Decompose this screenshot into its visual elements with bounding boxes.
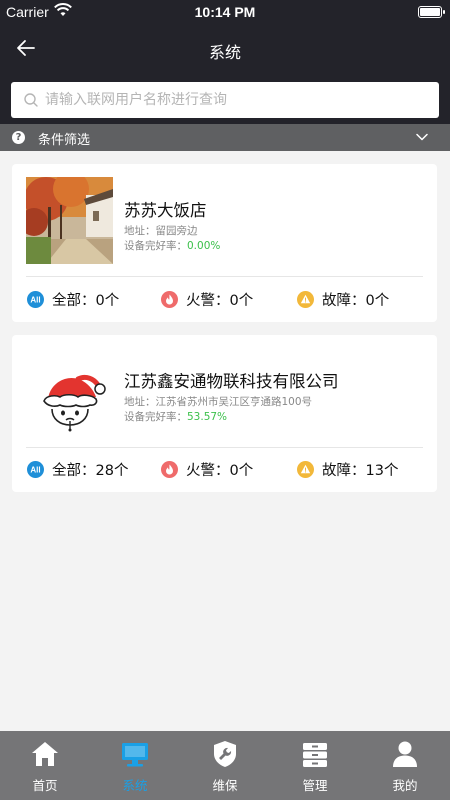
tab-label: 首页 [32, 778, 58, 793]
filter-bar[interactable]: ? 条件筛选 [0, 124, 450, 151]
rate-label: 设备完好率： [124, 240, 187, 252]
card-divider [26, 447, 423, 448]
svg-text:All: All [30, 466, 40, 475]
status-bar: Carrier 10:14 PM [0, 0, 450, 24]
card-divider [26, 276, 423, 277]
rate-value: 53.57% [187, 411, 228, 423]
tab-maintenance[interactable]: 维保 [180, 731, 270, 800]
fire-icon [161, 291, 178, 308]
unit-logo [26, 349, 113, 436]
tab-bar: 首页 系统 维保 管理 我的 [0, 731, 450, 800]
person-icon [393, 741, 417, 767]
stat-fault-text: 故障：13个 [322, 463, 399, 479]
unit-name: 苏苏大饭店 [124, 201, 207, 220]
tab-label: 我的 [392, 778, 418, 793]
home-icon [32, 742, 58, 766]
chevron-down-icon[interactable] [416, 132, 428, 142]
tab-system[interactable]: 系统 [90, 731, 180, 800]
tab-home[interactable]: 首页 [0, 731, 90, 800]
fire-icon [161, 461, 178, 478]
shield-wrench-icon [214, 741, 236, 767]
stat-fire[interactable]: 火警：0个 [161, 289, 253, 310]
clock: 10:14 PM [194, 4, 256, 20]
warning-icon [297, 461, 314, 478]
stat-all-text: 全部：0个 [52, 293, 120, 309]
stat-all-text: 全部：28个 [52, 463, 129, 479]
stat-all[interactable]: All 全部：0个 [27, 289, 119, 310]
stat-all[interactable]: All 全部：28个 [27, 459, 128, 480]
stat-fire-text: 火警：0个 [186, 293, 254, 309]
all-badge-icon: All [27, 291, 44, 308]
search-box[interactable] [11, 82, 439, 118]
stat-fault[interactable]: 故障：0个 [297, 289, 389, 310]
unit-rate: 设备完好率：53.57% [124, 409, 227, 424]
unit-card[interactable]: 苏苏大饭店 地址：留园旁边 设备完好率：0.00% All 全部：0个 火警：0… [12, 164, 437, 322]
filter-label: 条件筛选 [38, 133, 91, 148]
svg-text:All: All [30, 296, 40, 305]
tab-management[interactable]: 管理 [270, 731, 360, 800]
tab-label: 管理 [302, 778, 328, 793]
search-input[interactable] [45, 82, 425, 118]
stat-fault[interactable]: 故障：13个 [297, 459, 398, 480]
unit-address: 地址：留园旁边 [124, 225, 198, 237]
unit-name: 江苏鑫安通物联科技有限公司 [124, 372, 339, 391]
search-bar [0, 74, 450, 124]
tab-label: 维保 [212, 778, 238, 793]
page-title: 系统 [208, 43, 241, 62]
stat-fire-text: 火警：0个 [186, 463, 254, 479]
stat-fault-text: 故障：0个 [322, 293, 390, 309]
unit-card[interactable]: 江苏鑫安通物联科技有限公司 地址：江苏省苏州市吴江区亨通路100号 设备完好率：… [12, 335, 437, 492]
nav-bar: 系统 [0, 24, 450, 74]
rate-label: 设备完好率： [124, 411, 187, 423]
battery-icon [418, 6, 445, 18]
stat-fire[interactable]: 火警：0个 [161, 459, 253, 480]
all-badge-icon: All [27, 461, 44, 478]
question-icon: ? [12, 131, 25, 144]
unit-address: 地址：江苏省苏州市吴江区亨通路100号 [124, 396, 313, 408]
search-icon [24, 93, 38, 107]
storage-box-icon [303, 743, 327, 767]
unit-photo [26, 177, 113, 264]
rate-value: 0.00% [187, 240, 221, 252]
unit-rate: 设备完好率：0.00% [124, 238, 220, 253]
tab-label: 系统 [122, 778, 148, 793]
monitor-icon [122, 743, 148, 767]
warning-icon [297, 291, 314, 308]
tab-mine[interactable]: 我的 [360, 731, 450, 800]
